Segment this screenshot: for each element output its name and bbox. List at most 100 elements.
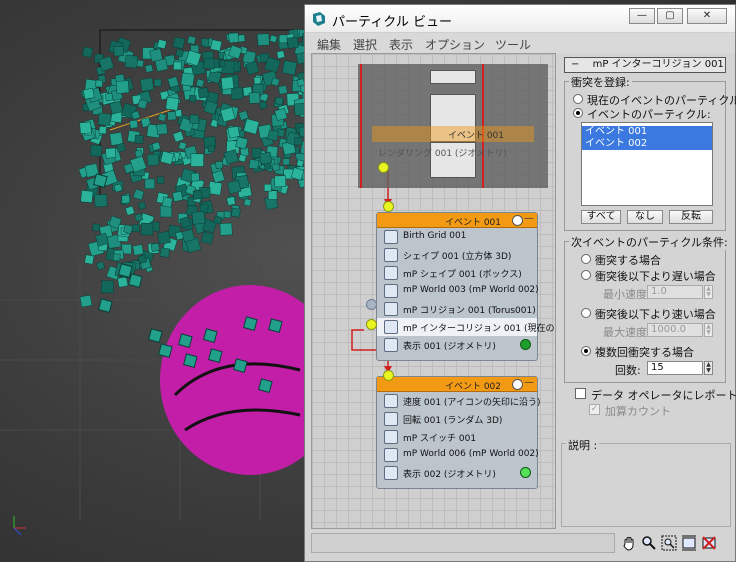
menu-tools[interactable]: ツール [495,36,531,53]
particle-cube [144,178,155,189]
list-item[interactable]: イベント 002 [582,138,712,150]
radio-faster[interactable] [581,308,591,318]
operator-row[interactable]: 表示 001 (ジオメトリ) [377,336,537,354]
operator-label: mP インターコリジョン 001 (現在の… [403,324,556,334]
invert-button[interactable]: 反転 [669,210,713,224]
min-speed-input[interactable]: 1.0 [647,285,703,299]
operator-row[interactable]: 回転 001 (ランダム 3D) [377,410,537,428]
particle-cube [157,231,171,245]
particle-cube [82,87,95,100]
operator-label: 表示 001 (ジオメトリ) [403,342,496,352]
particle-cube [215,160,224,169]
count-label: 回数: [615,364,641,377]
operator-row[interactable]: 表示 002 (ジオメトリ) [377,464,537,482]
overlay-operator: レンダリング 001 (ジオメトリ) [378,149,507,159]
particle-cube [100,280,115,294]
accumulate-checkbox[interactable]: ✓ [589,404,600,415]
particle-cube [191,210,206,225]
close-button[interactable]: ✕ [687,8,727,24]
mp-shape-icon [384,266,398,280]
pan-hand-icon[interactable] [621,535,637,551]
event-001-input[interactable] [383,201,394,212]
particle-cube [178,333,193,348]
report-checkbox[interactable] [575,388,586,399]
radio-multiple[interactable] [581,346,591,356]
particle-cube [79,121,92,135]
zoom-extents-icon[interactable] [681,535,697,551]
event-002-input[interactable] [383,370,394,381]
drag-preview-overlay: イベント 001 レンダリング 001 (ジオメトリ) [358,64,548,188]
particle-cube [98,298,113,313]
collapse-icon[interactable]: — [524,377,534,388]
minimize-button[interactable]: — [629,8,655,24]
radio-collide[interactable] [581,254,591,264]
zoom-region-icon[interactable] [661,535,677,551]
operator-row[interactable]: シェイプ 001 (立方体 3D) [377,246,537,264]
min-speed-spinner[interactable]: ▲ ▼ [704,285,713,299]
menu-view[interactable]: 表示 [389,36,413,53]
count-input[interactable]: 15 [647,361,703,375]
collision-output[interactable] [366,299,377,310]
zoom-icon[interactable] [641,535,657,551]
operator-row[interactable]: mP コリジョン 001 (Torus001) [377,300,537,318]
restore-button[interactable]: ▢ [657,8,683,24]
display-led-icon[interactable] [520,467,531,478]
event-listbox[interactable]: イベント 001 イベント 002 [581,122,713,206]
operator-row[interactable]: Birth Grid 001 [377,228,537,246]
particle-cube [281,60,298,76]
max-speed-input[interactable]: 1000.0 [647,323,703,337]
menu-select[interactable]: 選択 [353,36,377,53]
operator-row[interactable]: mP スイッチ 001 [377,428,537,446]
select-none-button[interactable]: なし [627,210,663,224]
particle-cube [200,231,214,245]
mp-switch-icon [384,430,398,444]
particle-cube [207,145,215,153]
radio-current-event[interactable] [573,94,583,104]
operator-row[interactable]: mP シェイプ 001 (ボックス) [377,264,537,282]
preview-border-left [360,64,362,188]
no-zoom-icon[interactable] [701,535,717,551]
particle-cube [161,196,173,208]
particle-cube [84,254,95,265]
mp-world-icon [384,448,398,462]
operator-row[interactable]: mP インターコリジョン 001 (現在の… [377,318,555,336]
intercollision-output[interactable] [366,319,377,330]
radio-event-particles[interactable] [573,108,583,118]
event-001-node[interactable]: イベント 001 — Birth Grid 001 シェイプ 001 (立方体 3… [376,212,555,361]
particle-cube [258,378,273,393]
axis-gizmo-icon [13,516,26,536]
operator-label: 速度 001 (アイコンの矢印に沿う) [403,398,541,408]
max-speed-spinner[interactable]: ▲ ▼ [704,323,713,337]
particle-cube [243,316,258,331]
particle-cube [238,153,247,163]
event-002-node[interactable]: イベント 002 — 速度 001 (アイコンの矢印に沿う) 回転 001 (ラン… [376,376,541,489]
operator-row[interactable]: 速度 001 (アイコンの矢印に沿う) [377,392,541,410]
operator-row[interactable]: mP World 006 (mP World 002) [377,446,539,464]
operator-row[interactable]: mP World 003 (mP World 002) [377,282,539,300]
menu-options[interactable]: オプション [425,36,485,53]
collapse-icon[interactable]: — [524,213,534,224]
radio-slower-label: 衝突後以下より遅い場合 [595,270,716,283]
select-all-button[interactable]: すべて [581,210,621,224]
condition-group: 次イベントのパーティクル条件: 衝突する場合 衝突後以下より遅い場合 最小速度:… [564,234,730,383]
accumulate-checkbox-label: 加算カウント [605,405,671,418]
particle-cube [137,201,147,210]
shape-icon [384,248,398,262]
rollout-header[interactable]: − mP インターコリジョン 001 [564,57,726,73]
particle-cube [112,253,121,262]
event-header[interactable]: イベント 001 — [377,213,537,228]
count-spinner[interactable]: ▲ ▼ [704,361,713,375]
render-eye-icon[interactable] [512,215,523,226]
event-header[interactable]: イベント 002 — [377,377,537,392]
particle-cube [146,153,160,166]
list-item[interactable]: イベント 001 [582,126,712,138]
title-bar[interactable]: パーティクル ビュー — ▢ ✕ [305,5,735,33]
render-eye-icon[interactable] [512,379,523,390]
display-led-icon[interactable] [520,339,531,350]
menu-edit[interactable]: 編集 [317,36,341,53]
radio-slower[interactable] [581,270,591,280]
description-label: 説明 : [566,437,600,453]
event-display-canvas[interactable]: イベント 001 — Birth Grid 001 シェイプ 001 (立方体 3… [311,53,556,529]
window-title: パーティクル ビュー [332,15,452,30]
rollout-toggle[interactable]: − [571,59,579,70]
